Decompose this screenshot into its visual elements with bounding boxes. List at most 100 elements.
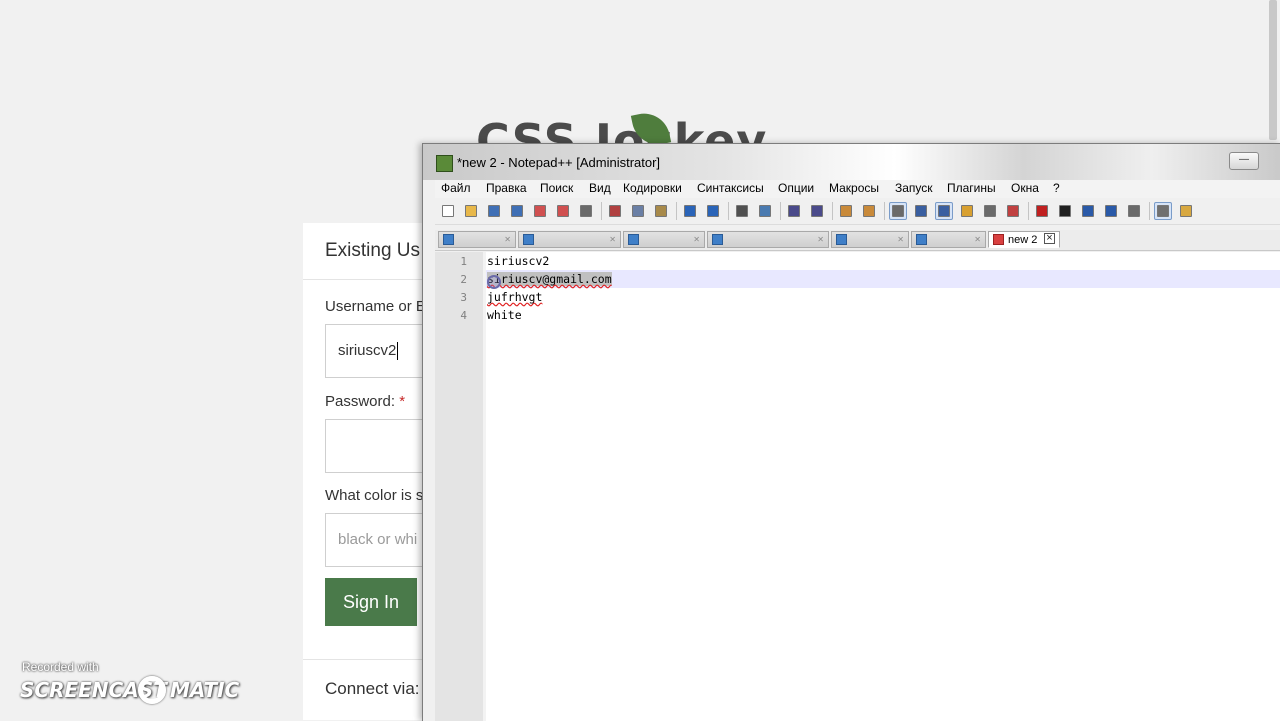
close-all-icon	[557, 205, 569, 217]
save-all-button[interactable]	[508, 202, 526, 220]
tab-close-icon[interactable]: ✕	[504, 235, 511, 244]
menu-run[interactable]: Запуск	[895, 181, 933, 195]
tab-close-icon[interactable]: ✕	[817, 235, 824, 244]
line-number-gutter: 1 2 3 4	[435, 252, 483, 721]
login-section-title: Existing Us	[325, 240, 421, 261]
user-lang-button[interactable]	[958, 202, 976, 220]
function-list-button[interactable]	[1004, 202, 1022, 220]
folder-button[interactable]	[1177, 202, 1195, 220]
menu-view[interactable]: Вид	[589, 181, 611, 195]
redo-icon	[707, 205, 719, 217]
toolbar-separator	[601, 202, 602, 220]
menu-plugins[interactable]: Плагины	[947, 181, 996, 195]
selected-text: siriuscv@gmail.com	[487, 272, 612, 286]
indent-guide-button[interactable]	[935, 202, 953, 220]
print-button[interactable]	[577, 202, 595, 220]
code-line[interactable]: white	[487, 306, 522, 324]
notepad-app-icon[interactable]	[436, 155, 453, 172]
tab-close-icon[interactable]: ×	[1044, 233, 1055, 244]
sign-in-button[interactable]: Sign In	[325, 578, 417, 626]
open-file-button[interactable]	[462, 202, 480, 220]
tab-label: new 2	[1008, 234, 1038, 246]
tab-close-icon[interactable]: ✕	[609, 235, 616, 244]
tab-document[interactable]: ✕	[438, 231, 516, 248]
cut-button[interactable]	[606, 202, 624, 220]
undo-button[interactable]	[681, 202, 699, 220]
tab-document[interactable]: ✕	[831, 231, 909, 248]
new-file-button[interactable]	[439, 202, 457, 220]
close-all-button[interactable]	[554, 202, 572, 220]
close-button[interactable]	[531, 202, 549, 220]
code-line-text: white	[487, 308, 522, 322]
word-wrap-icon	[892, 205, 904, 217]
cut-icon	[609, 205, 621, 217]
code-line[interactable]: siriuscv2	[487, 252, 549, 270]
tab-close-icon[interactable]: ✕	[693, 235, 700, 244]
connect-via-label: Connect via:	[325, 679, 420, 698]
sync-horizontal-icon	[863, 205, 875, 217]
code-line[interactable]: siriuscv@gmail.com	[487, 270, 612, 288]
sync-horizontal-button[interactable]	[860, 202, 878, 220]
tab-close-icon[interactable]: ✕	[974, 235, 981, 244]
toolbar-separator	[1149, 202, 1150, 220]
save-button[interactable]	[485, 202, 503, 220]
tab-new-2[interactable]: new 2 ×	[988, 231, 1060, 248]
record-macro-button[interactable]	[1033, 202, 1051, 220]
menu-settings[interactable]: Опции	[778, 181, 814, 195]
new-file-icon	[442, 205, 454, 217]
menu-search[interactable]: Поиск	[540, 181, 573, 195]
code-line[interactable]: jufrhvgt	[487, 288, 542, 306]
recorded-with-text: Recorded with	[22, 660, 99, 674]
menu-window[interactable]: Окна	[1011, 181, 1039, 195]
tab-document[interactable]: ✕	[623, 231, 705, 248]
copy-button[interactable]	[629, 202, 647, 220]
document-icon	[523, 234, 534, 245]
menu-encoding[interactable]: Кодировки	[623, 181, 682, 195]
line-number: 3	[460, 291, 467, 304]
run-macro-multiple-button[interactable]	[1102, 202, 1120, 220]
window-titlebar[interactable]: *new 2 - Notepad++ [Administrator] —	[423, 144, 1280, 180]
sync-vertical-button[interactable]	[837, 202, 855, 220]
menu-language[interactable]: Синтаксисы	[697, 181, 764, 195]
security-question-label: What color is s	[325, 487, 424, 504]
record-ring-icon	[138, 676, 166, 704]
tab-close-icon[interactable]: ✕	[897, 235, 904, 244]
fold-margin	[483, 252, 486, 721]
tab-document[interactable]: ✕	[707, 231, 829, 248]
mouse-cursor-highlight	[487, 275, 501, 289]
zoom-out-button[interactable]	[808, 202, 826, 220]
find-button[interactable]	[733, 202, 751, 220]
spell-check-button[interactable]	[1154, 202, 1172, 220]
redo-button[interactable]	[704, 202, 722, 220]
play-macro-button[interactable]	[1079, 202, 1097, 220]
save-macro-button[interactable]	[1125, 202, 1143, 220]
line-number: 4	[460, 309, 467, 322]
show-all-chars-button[interactable]	[912, 202, 930, 220]
tab-document[interactable]: ✕	[518, 231, 621, 248]
text-caret	[397, 342, 399, 361]
text-editor[interactable]: 1 2 3 4 siriuscv2 siriuscv@gmail.com juf…	[435, 252, 1280, 721]
folder-icon	[1180, 205, 1192, 217]
toolbar-separator	[832, 202, 833, 220]
spell-check-icon	[1157, 205, 1169, 217]
save-all-icon	[511, 205, 523, 217]
menu-file[interactable]: Файл	[441, 181, 471, 195]
stop-macro-button[interactable]	[1056, 202, 1074, 220]
tab-document[interactable]: ✕	[911, 231, 986, 248]
close-icon	[534, 205, 546, 217]
show-all-chars-icon	[915, 205, 927, 217]
menu-edit[interactable]: Правка	[486, 181, 527, 195]
record-macro-icon	[1036, 205, 1048, 217]
page-scrollbar-thumb[interactable]	[1269, 0, 1277, 140]
word-wrap-button[interactable]	[889, 202, 907, 220]
unsaved-document-icon	[993, 234, 1004, 245]
doc-map-button[interactable]	[981, 202, 999, 220]
paste-button[interactable]	[652, 202, 670, 220]
menu-macro[interactable]: Макросы	[829, 181, 879, 195]
minimize-button[interactable]: —	[1229, 152, 1259, 170]
document-icon	[712, 234, 723, 245]
required-star: *	[399, 393, 406, 410]
replace-button[interactable]	[756, 202, 774, 220]
zoom-in-button[interactable]	[785, 202, 803, 220]
menu-help[interactable]: ?	[1053, 181, 1060, 195]
